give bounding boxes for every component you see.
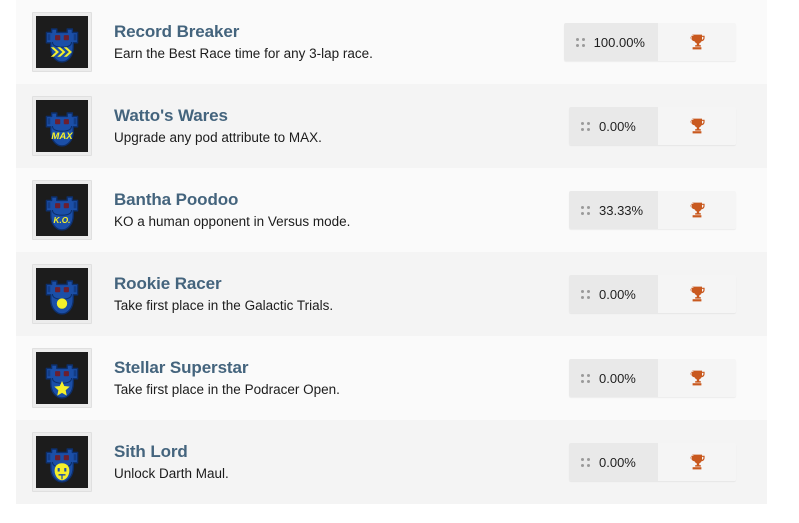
achievement-progress-group[interactable]: 0.00% [569,359,736,397]
trophy-icon [688,33,706,51]
grip-dots-icon [581,288,590,300]
trophy-icon [688,285,706,303]
achievement-text: Sith Lord Unlock Darth Maul. [114,441,569,483]
achievement-badge-wattos-wares: MAX [36,100,88,152]
trophy-icon [688,453,706,471]
grip-dots-icon [581,204,590,216]
achievement-progress-group[interactable]: 100.00% [563,23,736,61]
achievement-trophy-button[interactable] [658,443,736,481]
trophy-icon [688,201,706,219]
achievement-description: Unlock Darth Maul. [114,466,229,481]
achievement-row[interactable]: Rookie Racer Take first place in the Gal… [16,252,767,336]
achievement-text: Rookie Racer Take first place in the Gal… [114,273,569,315]
achievement-badge-bantha-poodoo-frame: K.O. [32,180,92,240]
achievement-badge-rookie-racer-frame [32,264,92,324]
achievement-title: Rookie Racer [114,274,222,293]
achievement-percent: 0.00% [599,286,636,302]
achievement-title: Record Breaker [114,22,240,41]
achievement-badge-sith-lord [36,436,88,488]
achievement-trophy-button[interactable] [658,359,736,397]
achievement-progress-badge[interactable]: 0.00% [569,107,658,145]
achievement-badge-stellar-superstar-frame [32,348,92,408]
achievement-text: Watto's Wares Upgrade any pod attribute … [114,105,569,147]
achievement-description: Earn the Best Race time for any 3-lap ra… [114,46,373,61]
achievement-title: Sith Lord [114,442,188,461]
achievement-text: Record Breaker Earn the Best Race time f… [114,21,564,63]
achievement-percent: 100.00% [593,34,645,50]
achievement-trophy-button[interactable] [658,275,736,313]
achievement-title: Bantha Poodoo [114,190,239,209]
achievement-badge-rookie-racer [36,268,88,320]
achievement-percent: 33.33% [599,202,644,218]
achievement-row[interactable]: Stellar Superstar Take first place in th… [16,336,767,420]
achievement-badge-bantha-poodoo: K.O. [36,184,88,236]
achievement-progress-badge[interactable]: 0.00% [569,443,658,481]
achievement-badge-wattos-wares-frame: MAX [32,96,92,156]
svg-text:MAX: MAX [51,131,73,142]
achievement-progress-badge[interactable]: 33.33% [569,191,658,229]
svg-text:K.O.: K.O. [54,216,71,225]
achievement-progress-badge[interactable]: 100.00% [563,23,658,61]
achievement-text: Bantha Poodoo KO a human opponent in Ver… [114,189,569,231]
achievement-title: Stellar Superstar [114,358,249,377]
achievement-badge-record-breaker-frame [32,12,92,72]
achievement-row[interactable]: Sith Lord Unlock Darth Maul. 0.00% [16,420,767,504]
grip-dots-icon [581,456,590,468]
grip-dots-icon [581,120,590,132]
achievement-badge-stellar-superstar [36,352,88,404]
achievement-description: Take first place in the Podracer Open. [114,382,340,397]
grip-dots-icon [575,36,585,48]
achievement-trophy-button[interactable] [658,107,736,145]
achievement-trophy-button[interactable] [658,191,736,229]
achievement-progress-group[interactable]: 0.00% [569,107,736,145]
grip-dots-icon [581,372,590,384]
achievement-progress-badge[interactable]: 0.00% [569,275,658,313]
achievement-progress-group[interactable]: 33.33% [569,191,736,229]
achievement-percent: 0.00% [599,370,636,386]
achievement-title: Watto's Wares [114,106,228,125]
achievement-description: Upgrade any pod attribute to MAX. [114,130,322,145]
achievement-description: Take first place in the Galactic Trials. [114,298,334,313]
achievement-text: Stellar Superstar Take first place in th… [114,357,569,399]
trophy-icon [688,369,706,387]
achievement-trophy-button[interactable] [658,23,736,61]
achievement-percent: 0.00% [599,454,636,470]
achievement-progress-badge[interactable]: 0.00% [569,359,658,397]
achievement-list: Record Breaker Earn the Best Race time f… [16,0,767,504]
achievement-badge-sith-lord-frame [32,432,92,492]
achievement-row[interactable]: K.O. Bantha Poodoo KO a human opponent i… [16,168,767,252]
achievement-progress-group[interactable]: 0.00% [569,275,736,313]
trophy-icon [688,117,706,135]
achievement-row[interactable]: MAX Watto's Wares Upgrade any pod attrib… [16,84,767,168]
achievement-badge-record-breaker [36,16,88,68]
achievement-percent: 0.00% [599,118,636,134]
achievement-progress-group[interactable]: 0.00% [569,443,736,481]
achievement-row[interactable]: Record Breaker Earn the Best Race time f… [16,0,767,84]
achievement-description: KO a human opponent in Versus mode. [114,214,351,229]
